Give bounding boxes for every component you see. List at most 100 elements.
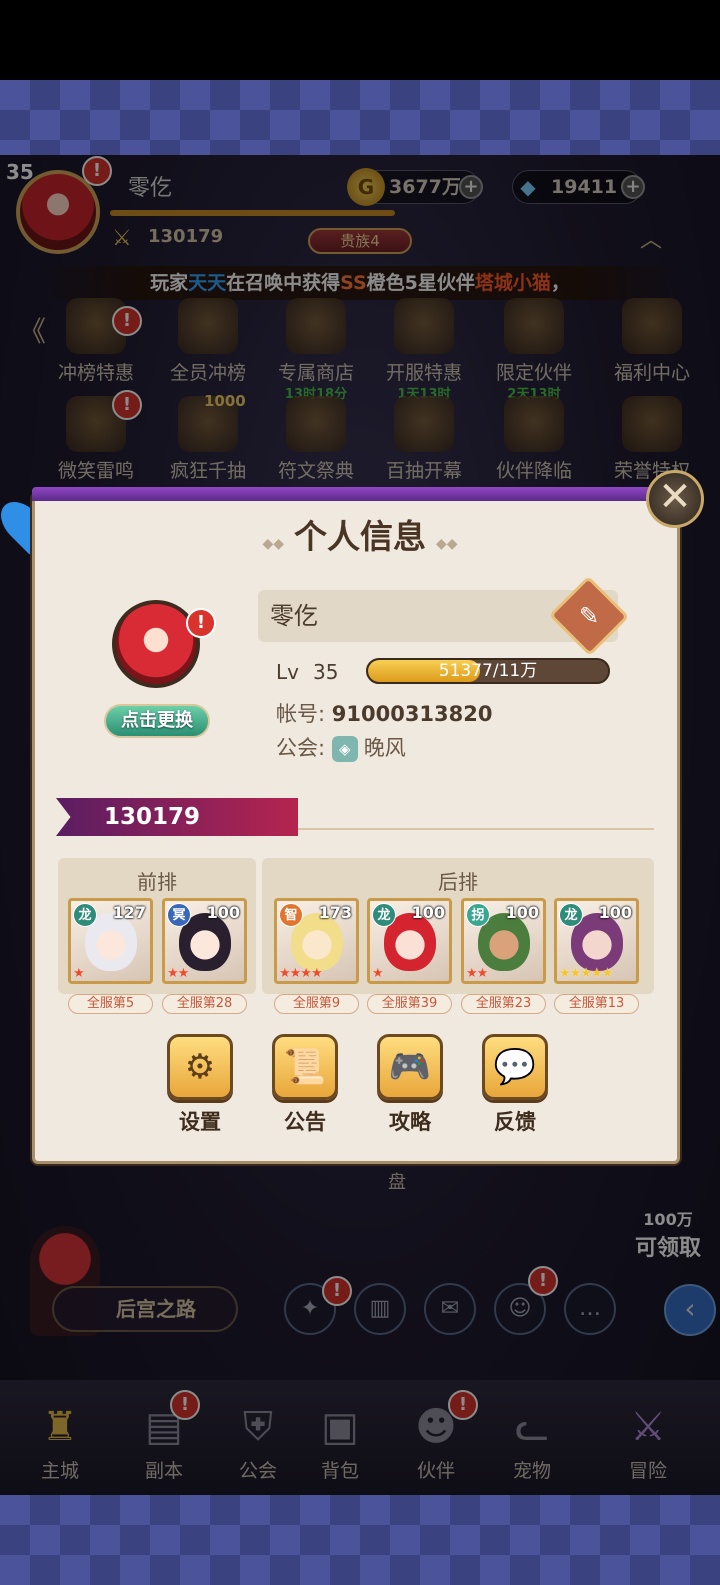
marquee-suffix: ， <box>550 272 570 294</box>
partner-level: 100 <box>598 903 632 922</box>
nav-adventure[interactable]: ⚔ 冒险 <box>608 1400 688 1483</box>
star-rating: ★ <box>372 966 384 981</box>
partner-level: 100 <box>411 903 445 922</box>
xp-text: 51377/11万 <box>438 661 538 681</box>
top-frame <box>0 80 720 160</box>
crazy-draw-badge: 1000 <box>204 392 246 410</box>
crossed-swords-icon: ⚔ <box>630 1404 666 1450</box>
notice-button[interactable]: 📜 <box>272 1034 338 1100</box>
claim-reward[interactable]: 100万 可领取 <box>616 1166 720 1266</box>
partner-card[interactable]: 拐 100 ★★ <box>461 898 546 984</box>
marquee-text-2: 橙色5星伙伴 <box>366 272 475 294</box>
guild-emblem-icon: ◈ <box>331 736 358 762</box>
partner-level: 100 <box>206 903 240 922</box>
partner-level: 100 <box>505 903 539 922</box>
dialog-top-bar <box>32 487 680 501</box>
clan-badge: 龙 <box>559 903 583 927</box>
clan-badge: 冥 <box>167 903 191 927</box>
player-level: 35 <box>6 160 34 184</box>
guide-button[interactable]: 🎮 <box>377 1034 443 1100</box>
add-diamond-button[interactable]: + <box>621 175 645 199</box>
activity-server-deal[interactable]: 开服特惠 1天13时 <box>372 298 476 402</box>
activity-hundred-draw[interactable]: 百抽开幕 <box>372 396 476 483</box>
partner-level: 173 <box>318 903 352 922</box>
clan-badge: 拐 <box>466 903 490 927</box>
change-avatar-button[interactable]: 点击更换 <box>104 704 210 738</box>
partner-card[interactable]: 龙 127 ★ <box>68 898 153 984</box>
castle-icon: ♜ <box>42 1404 78 1450</box>
pencil-icon: ✎ <box>578 602 600 630</box>
player-xp-bar <box>110 210 395 216</box>
server-rank: 全服第5 <box>68 994 153 1014</box>
activity-all-rank[interactable]: 全员冲榜 <box>156 298 260 385</box>
marquee-quality: SS <box>340 272 367 294</box>
swords-icon: ⚔ <box>112 226 132 251</box>
claim-label: 可领取 <box>634 1236 701 1261</box>
scroll-icon: 📜 <box>283 1047 327 1087</box>
claim-amount: 100万 <box>643 1210 693 1229</box>
server-rank: 全服第13 <box>554 994 639 1014</box>
nav-main-city[interactable]: ♜ 主城 <box>20 1400 100 1483</box>
gold-counter: G 3677万 + <box>347 168 483 206</box>
server-rank: 全服第23 <box>461 994 546 1014</box>
chat-icon: 💬 <box>493 1047 537 1087</box>
activity-limited-partner[interactable]: 限定伙伴 2天13时 <box>482 298 586 402</box>
gold-value: 3677万 <box>389 176 461 198</box>
account-id: 91000313820 <box>331 702 493 726</box>
star-rating: ★★ <box>167 966 189 981</box>
activity-honor-privilege[interactable]: 荣誉特权 <box>600 396 704 483</box>
activity-welfare-center[interactable]: 福利中心 <box>600 298 704 385</box>
status-bar-area <box>0 0 720 80</box>
clan-badge: 龙 <box>73 903 97 927</box>
dialog-title: ◆◆ 个人信息 ◆◆ <box>262 517 458 556</box>
partner-card[interactable]: 冥 100 ★★ <box>162 898 247 984</box>
settings-button[interactable]: ⚙ <box>167 1034 233 1100</box>
profile-avatar[interactable] <box>112 600 200 688</box>
chat-button[interactable]: … <box>564 1283 616 1335</box>
star-rating: ★ <box>73 966 85 981</box>
partner-card[interactable]: 龙 100 ★ <box>367 898 452 984</box>
player-name: 零仡 <box>128 176 173 201</box>
server-rank: 全服第9 <box>274 994 359 1014</box>
nav-guild[interactable]: ⛨ 公会 <box>218 1400 298 1483</box>
avatar-alert-badge: ! <box>82 156 112 186</box>
diamond-counter: ◆ 19411 + <box>512 170 645 204</box>
back-arrow-icon[interactable]: ‹ <box>664 1284 716 1336</box>
nav-bag[interactable]: ▣ 背包 <box>300 1400 380 1483</box>
bottom-frame <box>0 1495 720 1585</box>
partner-card[interactable]: 龙 100 ★★★★★ <box>554 898 639 984</box>
gamepad-icon: 🎮 <box>388 1047 432 1087</box>
activity-alert-badge: ! <box>112 390 142 420</box>
guild-name[interactable]: 晚风 <box>364 736 406 760</box>
star-rating: ★★ <box>466 966 488 981</box>
activity-rune-festival[interactable]: 符文祭典 <box>264 396 368 483</box>
activity-partner-arrival[interactable]: 伙伴降临 <box>482 396 586 483</box>
feedback-label: 反馈 <box>494 1110 536 1134</box>
partner-alert-badge: ! <box>448 1390 478 1420</box>
notice-label: 公告 <box>284 1110 326 1134</box>
divider <box>298 828 654 830</box>
friends-alert-badge: ! <box>528 1266 558 1296</box>
marquee-player: 天天 <box>188 272 227 294</box>
activity-alert-badge: ! <box>112 306 142 336</box>
close-icon[interactable]: ✕ <box>646 470 704 528</box>
nav-pet[interactable]: ᓚ 宠物 <box>492 1400 572 1483</box>
player-power: 130179 <box>148 226 224 247</box>
add-gold-button[interactable]: + <box>459 175 483 199</box>
profile-xp-bar: 51377/11万 <box>366 658 610 684</box>
vip-badge[interactable]: 贵族4 <box>308 228 412 254</box>
harem-road-button[interactable]: 后宫之路 <box>52 1286 238 1332</box>
scroll-left-icon[interactable]: 《 <box>18 310 46 350</box>
collapse-up-icon[interactable]: ︿ <box>640 222 662 254</box>
activity-exclusive-shop[interactable]: 专属商店 13时18分 <box>264 298 368 402</box>
account-row: 帐号: 91000313820 <box>276 702 493 726</box>
partner-card[interactable]: 智 173 ★★★★ <box>274 898 359 984</box>
diamond-value: 19411 <box>551 176 618 198</box>
mail-button[interactable]: ✉ <box>424 1283 476 1335</box>
feedback-button[interactable]: 💬 <box>482 1034 548 1100</box>
disc-label: 盘 <box>388 1172 406 1193</box>
cat-icon: ᓚ <box>514 1404 550 1450</box>
gold-coin-icon: G <box>347 168 385 206</box>
star-rating: ★★★★★ <box>559 966 613 981</box>
ranking-button[interactable]: ▥ <box>354 1283 406 1335</box>
